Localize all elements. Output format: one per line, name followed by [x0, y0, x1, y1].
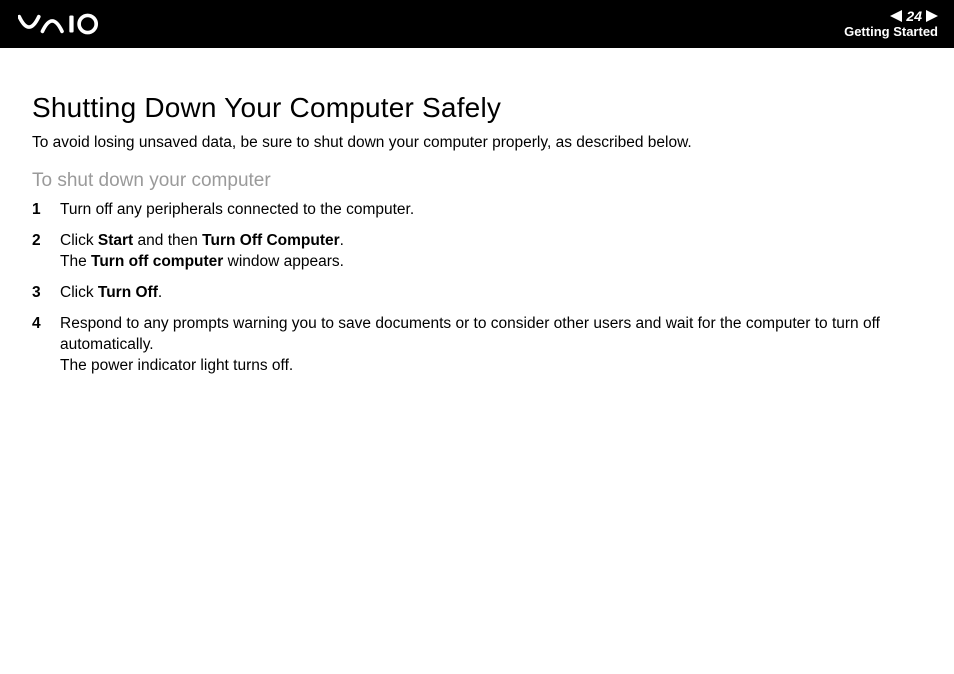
step-text: Click: [60, 232, 98, 249]
next-page-icon[interactable]: [926, 10, 938, 22]
step-text: The: [60, 253, 91, 270]
step-2: Click Start and then Turn Off Computer. …: [32, 231, 926, 273]
page-header: 24 Getting Started: [0, 0, 954, 48]
steps-list: Turn off any peripherals connected to th…: [32, 200, 926, 376]
step-text: Respond to any prompts warning you to sa…: [60, 315, 880, 353]
step-text: The power indicator light turns off.: [60, 357, 293, 374]
step-text: and then: [133, 232, 202, 249]
step-1: Turn off any peripherals connected to th…: [32, 200, 926, 221]
step-text: .: [340, 232, 344, 249]
step-3: Click Turn Off.: [32, 283, 926, 304]
intro-text: To avoid losing unsaved data, be sure to…: [32, 134, 926, 152]
bold-text: Turn Off: [98, 284, 158, 301]
step-text: window appears.: [223, 253, 344, 270]
step-text: .: [158, 284, 162, 301]
page-navigator: 24: [890, 9, 938, 24]
bold-text: Turn off computer: [91, 253, 223, 270]
step-text: Turn off any peripherals connected to th…: [60, 201, 414, 218]
step-text: Click: [60, 284, 98, 301]
bold-text: Turn Off Computer: [202, 232, 339, 249]
prev-page-icon[interactable]: [890, 10, 902, 22]
subheading: To shut down your computer: [32, 170, 926, 192]
page-number: 24: [906, 9, 922, 24]
page-content: Shutting Down Your Computer Safely To av…: [0, 48, 954, 376]
vaio-logo: [18, 0, 116, 48]
bold-text: Start: [98, 232, 133, 249]
page-title: Shutting Down Your Computer Safely: [32, 92, 926, 124]
step-4: Respond to any prompts warning you to sa…: [32, 314, 926, 377]
header-right: 24 Getting Started: [844, 9, 938, 40]
section-name: Getting Started: [844, 25, 938, 39]
